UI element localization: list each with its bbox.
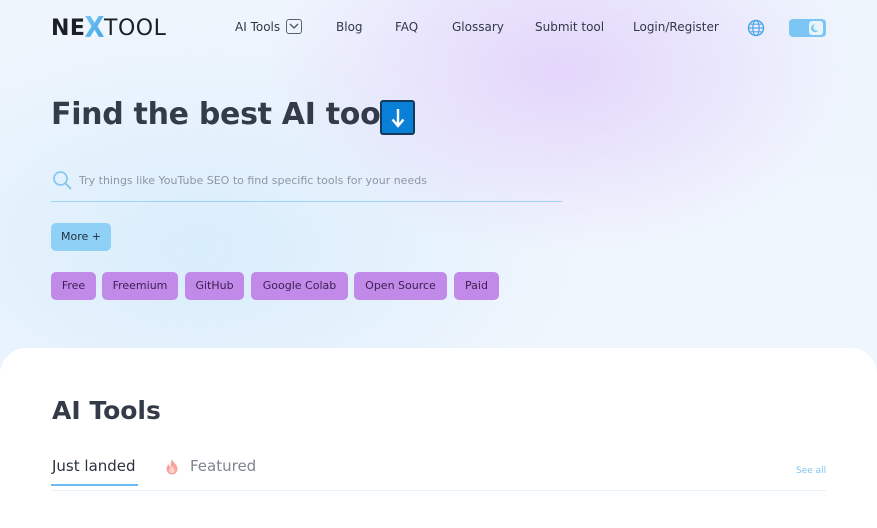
page-title: Find the best AI tools — [51, 97, 408, 132]
tag-open-source[interactable]: Open Source — [354, 272, 447, 300]
tag-freemium[interactable]: Freemium — [102, 272, 178, 300]
tools-panel — [0, 348, 877, 528]
tab-featured[interactable]: Featured — [165, 457, 256, 475]
nav-submit-tool[interactable]: Submit tool — [535, 17, 604, 37]
tab-featured-label: Featured — [190, 457, 257, 475]
search-icon[interactable] — [52, 170, 72, 194]
nav-ai-tools-label: AI Tools — [235, 20, 281, 34]
tag-github[interactable]: GitHub — [185, 272, 244, 300]
search-bar — [51, 166, 562, 202]
section-title: AI Tools — [52, 396, 161, 425]
down-arrow-emoji — [380, 100, 415, 135]
moon-icon — [809, 21, 823, 35]
nav-login-register[interactable]: Login/Register — [633, 17, 719, 37]
nav-blog[interactable]: Blog — [336, 17, 363, 37]
logo-text-ne: NE — [51, 15, 86, 41]
search-input[interactable] — [79, 168, 549, 192]
nav-ai-tools[interactable]: AI Tools — [235, 17, 303, 37]
fire-icon — [165, 459, 179, 475]
logo-text-tool: TOOL — [104, 15, 167, 41]
logo[interactable]: NE X TOOL — [51, 11, 167, 45]
nav-glossary[interactable]: Glossary — [452, 17, 504, 37]
active-tab-indicator — [51, 484, 138, 486]
tag-free[interactable]: Free — [51, 272, 96, 300]
logo-text-x: X — [84, 11, 105, 45]
tag-google-colab[interactable]: Google Colab — [251, 272, 348, 300]
header: NE X TOOL AI Tools Blog FAQ Glossary Submi… — [0, 0, 877, 56]
tab-just-landed[interactable]: Just landed — [52, 457, 136, 475]
theme-toggle[interactable] — [789, 19, 826, 37]
globe-icon[interactable] — [747, 19, 765, 37]
more-button[interactable]: More + — [51, 223, 111, 251]
chevron-down-icon[interactable] — [286, 19, 303, 34]
see-all-link[interactable]: See all — [796, 466, 826, 476]
tabs-divider — [51, 490, 826, 491]
nav-faq[interactable]: FAQ — [395, 17, 418, 37]
tag-paid[interactable]: Paid — [454, 272, 499, 300]
